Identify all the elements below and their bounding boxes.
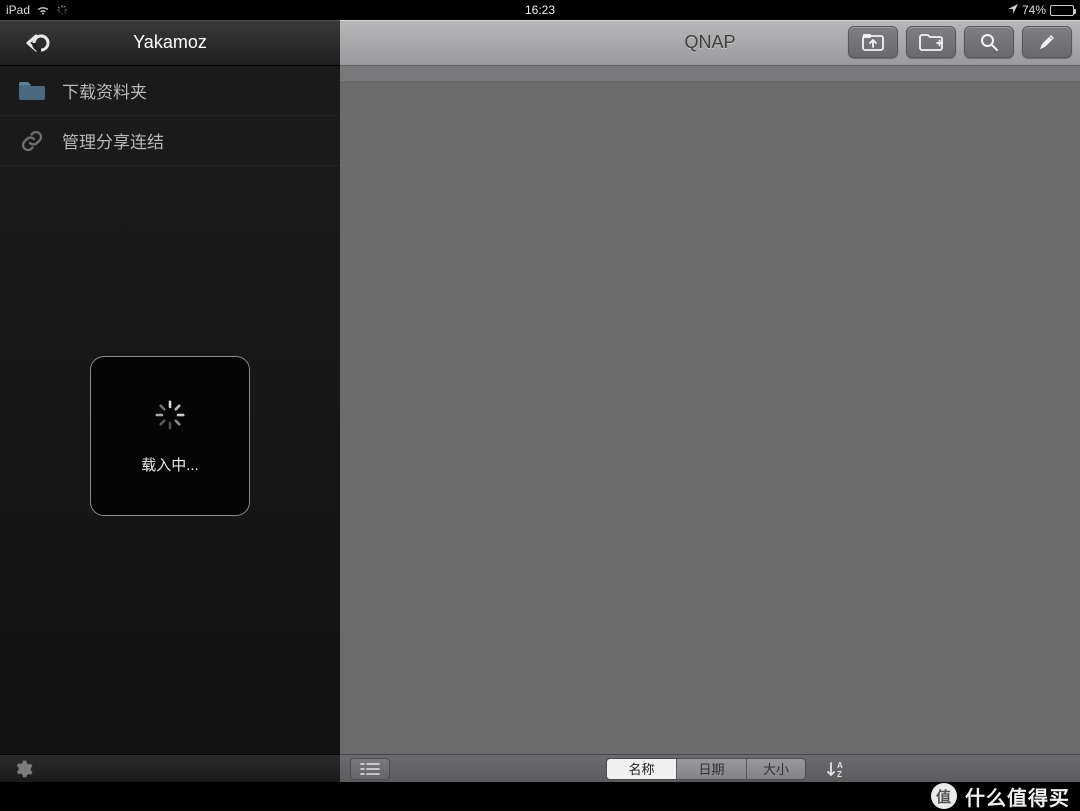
sidebar-item-downloads[interactable]: 下载资料夹	[0, 66, 340, 116]
svg-text:A: A	[837, 761, 843, 770]
app-root: Yakamoz 下载资料夹 管理分享连结	[0, 20, 1080, 782]
battery-icon	[1050, 5, 1074, 16]
sidebar-item-share-links[interactable]: 管理分享连结	[0, 116, 340, 166]
upload-button[interactable]	[848, 26, 898, 58]
sort-seg-label: 大小	[763, 759, 789, 778]
sort-seg-label: 名称	[628, 759, 654, 778]
watermark-text: 什么值得买	[965, 782, 1070, 811]
sidebar-item-label: 下载资料夹	[62, 78, 147, 103]
loading-label: 载入中...	[141, 454, 199, 475]
list-view-button[interactable]	[350, 758, 390, 780]
battery-percent: 74%	[1022, 3, 1046, 17]
device-label: iPad	[6, 3, 30, 17]
main-footer: 名称 日期 大小 AZ	[340, 754, 1080, 782]
sort-seg-label: 日期	[698, 759, 724, 778]
watermark: 值 什么值得买	[921, 782, 1080, 810]
sidebar-footer	[0, 754, 340, 782]
main-title: QNAP	[684, 32, 735, 53]
settings-button[interactable]	[10, 756, 36, 782]
status-bar: iPad 16:23 74%	[0, 0, 1080, 20]
svg-text:Z: Z	[837, 770, 842, 778]
link-icon	[18, 129, 46, 153]
wifi-icon	[36, 5, 50, 15]
sort-seg-date[interactable]: 日期	[677, 759, 747, 779]
status-bar-right: 74%	[1008, 3, 1074, 17]
watermark-badge: 值	[931, 783, 957, 809]
location-icon	[1008, 3, 1018, 17]
edit-button[interactable]	[1022, 26, 1072, 58]
status-spinner-icon	[56, 4, 68, 16]
new-folder-button[interactable]	[906, 26, 956, 58]
loading-modal: 载入中...	[90, 356, 250, 516]
search-button[interactable]	[964, 26, 1014, 58]
sidebar-item-label: 管理分享连结	[62, 128, 164, 153]
sort-direction-button[interactable]: AZ	[822, 758, 852, 780]
main-header: QNAP	[340, 20, 1080, 66]
back-button[interactable]	[6, 20, 58, 65]
sidebar-title: Yakamoz	[133, 32, 207, 53]
main-subheader	[340, 66, 1080, 82]
sort-seg-name[interactable]: 名称	[607, 759, 677, 779]
main-content	[340, 82, 1080, 754]
status-time: 16:23	[0, 3, 1080, 17]
header-toolbar	[848, 26, 1072, 58]
sort-seg-size[interactable]: 大小	[747, 759, 805, 779]
main-panel: QNAP 名称	[340, 20, 1080, 782]
spinner-icon	[153, 398, 187, 432]
sort-segmented: 名称 日期 大小	[606, 758, 806, 780]
sidebar-header: Yakamoz	[0, 20, 340, 66]
folder-icon	[18, 81, 46, 101]
sidebar: Yakamoz 下载资料夹 管理分享连结	[0, 20, 340, 782]
status-bar-left: iPad	[6, 3, 68, 17]
